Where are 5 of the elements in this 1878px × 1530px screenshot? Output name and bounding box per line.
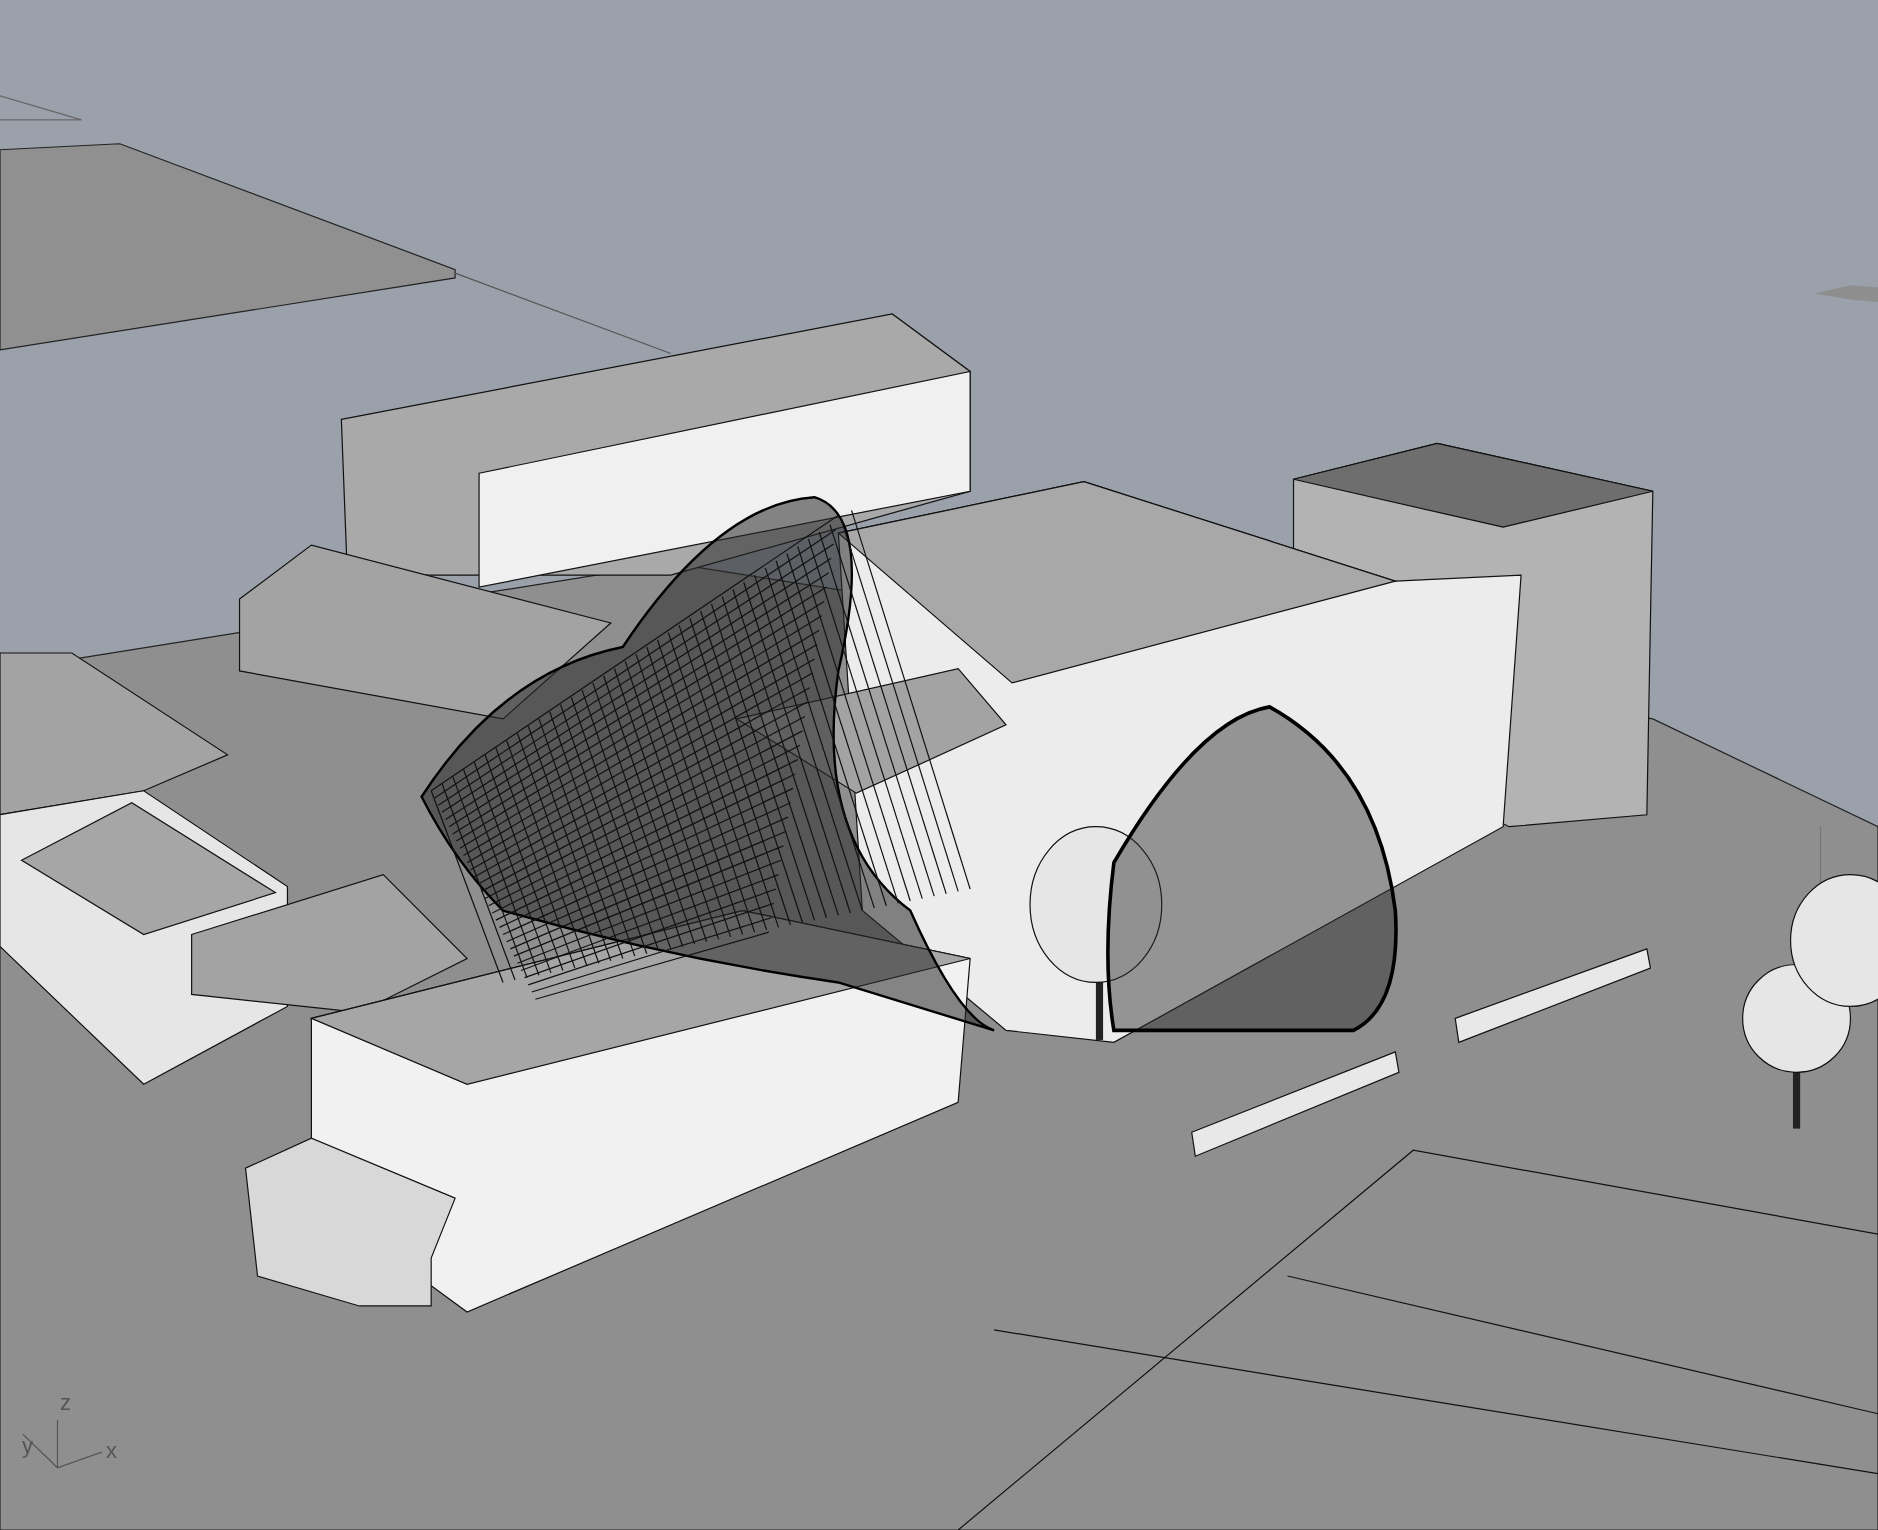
axis-lines-icon bbox=[22, 1419, 103, 1469]
axis-label: y bbox=[22, 1435, 33, 1457]
axis-label: z bbox=[60, 1392, 71, 1414]
3d-viewport[interactable]: z y x bbox=[0, 0, 1878, 1530]
axis-label: x bbox=[106, 1440, 117, 1462]
